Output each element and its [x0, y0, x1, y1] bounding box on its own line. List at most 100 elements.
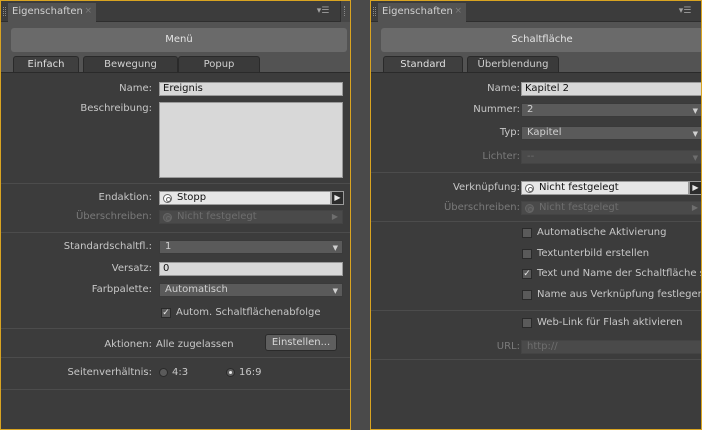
- palette-label: Farbpalette:: [91, 284, 152, 295]
- auto-activate-checkbox[interactable]: Automatische Aktivierung: [522, 227, 666, 238]
- type-label: Typ:: [499, 127, 520, 138]
- link-target-icon: [163, 213, 172, 222]
- checkbox-icon: [522, 227, 532, 238]
- default-button-value: 1: [165, 241, 172, 252]
- panel-tabbar: Eigenschaften × ▾☰: [1, 1, 350, 22]
- link-target-icon[interactable]: [525, 184, 534, 193]
- link-target-icon[interactable]: [163, 194, 172, 203]
- description-field[interactable]: [159, 102, 343, 178]
- divider: [1, 389, 350, 390]
- radio-selected-icon: [226, 368, 235, 377]
- offset-label: Versatz:: [111, 263, 152, 274]
- divider: [1, 183, 350, 184]
- panel-content: Name: Kapitel 2 Nummer: 2 ▼ Typ: Kapitel…: [371, 72, 702, 429]
- weblink-flash-checkbox[interactable]: Web-Link für Flash aktivieren: [522, 317, 682, 328]
- number-dropdown[interactable]: 2 ▼: [521, 103, 701, 117]
- name-field[interactable]: Kapitel 2: [521, 82, 701, 96]
- type-dropdown[interactable]: Kapitel ▼: [521, 126, 701, 140]
- link-label: Verknüpfung:: [452, 182, 520, 193]
- play-icon[interactable]: ▶: [689, 181, 701, 195]
- default-button-dropdown[interactable]: 1 ▼: [159, 240, 343, 254]
- lights-dropdown: -- ▼: [521, 150, 701, 164]
- divider: [371, 310, 701, 311]
- play-icon: ▶: [691, 203, 698, 212]
- divider: [1, 357, 350, 358]
- lights-label: Lichter:: [482, 151, 520, 162]
- checkbox-label: Textunterbild erstellen: [537, 248, 650, 259]
- palette-value: Automatisch: [165, 284, 228, 295]
- panel-tab-properties[interactable]: Eigenschaften ×: [8, 3, 96, 22]
- panel-menu-icon[interactable]: ▾☰: [315, 5, 331, 17]
- play-icon[interactable]: ▶: [331, 191, 344, 205]
- tab-einfach[interactable]: Einfach: [13, 56, 79, 72]
- number-label: Nummer:: [473, 104, 520, 115]
- checkmark-icon: ✓: [522, 268, 532, 279]
- chevron-down-icon: ▼: [332, 244, 338, 252]
- properties-panel-button: Eigenschaften × ▾☰ Schaltfläche Standard…: [370, 0, 702, 430]
- divider: [371, 172, 701, 173]
- override-value: Nicht festgelegt: [539, 202, 619, 213]
- panel-tab-properties[interactable]: Eigenschaften ×: [378, 3, 466, 22]
- override-link: Nicht festgelegt ▶: [159, 210, 343, 224]
- aspect-ratio-label: Seitenverhältnis:: [67, 367, 152, 378]
- panel-menu-icon[interactable]: ▾☰: [677, 5, 693, 17]
- override-value: Nicht festgelegt: [177, 211, 257, 222]
- aspect-radio-4-3[interactable]: 4:3: [159, 367, 188, 378]
- divider: [371, 359, 701, 360]
- panel-grip-icon[interactable]: [373, 7, 376, 16]
- panel-tabbar: Eigenschaften × ▾☰: [371, 1, 701, 22]
- type-value: Kapitel: [527, 127, 562, 138]
- chevron-down-icon: ▼: [692, 107, 698, 115]
- auto-button-order-checkbox[interactable]: ✓ Autom. Schaltflächenabfolge: [161, 307, 320, 318]
- settings-button[interactable]: Einstellen...: [265, 334, 337, 351]
- palette-dropdown[interactable]: Automatisch ▼: [159, 283, 343, 297]
- override-link: Nicht festgelegt ▶: [521, 201, 701, 215]
- close-icon[interactable]: ×: [454, 6, 462, 16]
- panel-grip-icon[interactable]: [3, 7, 6, 16]
- name-label: Name:: [119, 83, 152, 94]
- divider: [371, 221, 701, 222]
- strip-grip-icon: [344, 6, 347, 16]
- default-button-label: Standardschaltfl.:: [63, 241, 152, 252]
- tab-bewegung[interactable]: Bewegung: [83, 56, 178, 72]
- url-label: URL:: [496, 341, 520, 352]
- object-type-header: Schaltfläche: [381, 28, 701, 52]
- object-type-header: Menü: [11, 28, 347, 52]
- tab-popup[interactable]: Popup: [178, 56, 260, 72]
- panel-tab-label: Eigenschaften: [382, 6, 453, 17]
- lights-value: --: [527, 151, 535, 162]
- divider: [1, 232, 350, 233]
- play-icon: ▶: [331, 212, 338, 221]
- actions-label: Aktionen:: [104, 339, 152, 350]
- close-icon[interactable]: ×: [84, 6, 92, 16]
- end-action-label: Endaktion:: [98, 192, 152, 203]
- chevron-down-icon: ▼: [332, 287, 338, 295]
- properties-panel-menu: Eigenschaften × ▾☰ Menü Einfach Bewegung…: [0, 0, 351, 430]
- tab-standard[interactable]: Standard: [383, 56, 463, 72]
- description-label: Beschreibung:: [80, 103, 152, 114]
- radio-icon: [159, 368, 168, 377]
- text-name-sync-checkbox[interactable]: ✓ Text und Name der Schaltfläche s...: [522, 268, 702, 279]
- name-from-link-checkbox[interactable]: Name aus Verknüpfung festlegen: [522, 289, 701, 300]
- checkbox-icon: [522, 317, 532, 328]
- chevron-down-icon: ▼: [692, 154, 698, 162]
- override-label: Überschreiben:: [75, 211, 152, 222]
- end-action-value: Stopp: [177, 192, 207, 203]
- aspect-option-label: 16:9: [239, 367, 262, 378]
- text-subpicture-checkbox[interactable]: Textunterbild erstellen: [522, 248, 649, 259]
- offset-field[interactable]: 0: [159, 262, 343, 276]
- panel-side-strip[interactable]: [340, 1, 350, 22]
- checkbox-label: Automatische Aktivierung: [537, 227, 667, 238]
- checkbox-label: Text und Name der Schaltfläche s...: [537, 268, 702, 279]
- name-field[interactable]: Ereignis: [159, 82, 343, 96]
- number-value: 2: [527, 104, 534, 115]
- checkbox-icon: [522, 248, 532, 259]
- tab-ueberblendung[interactable]: Überblendung: [467, 56, 559, 72]
- actions-value: Alle zugelassen: [156, 339, 234, 350]
- aspect-option-label: 4:3: [172, 367, 189, 378]
- aspect-radio-16-9[interactable]: 16:9: [226, 367, 261, 378]
- url-field: http://: [521, 340, 701, 354]
- link-field[interactable]: Nicht festgelegt: [521, 181, 689, 195]
- end-action-link[interactable]: Stopp: [159, 191, 331, 205]
- override-label: Überschreiben:: [443, 202, 520, 213]
